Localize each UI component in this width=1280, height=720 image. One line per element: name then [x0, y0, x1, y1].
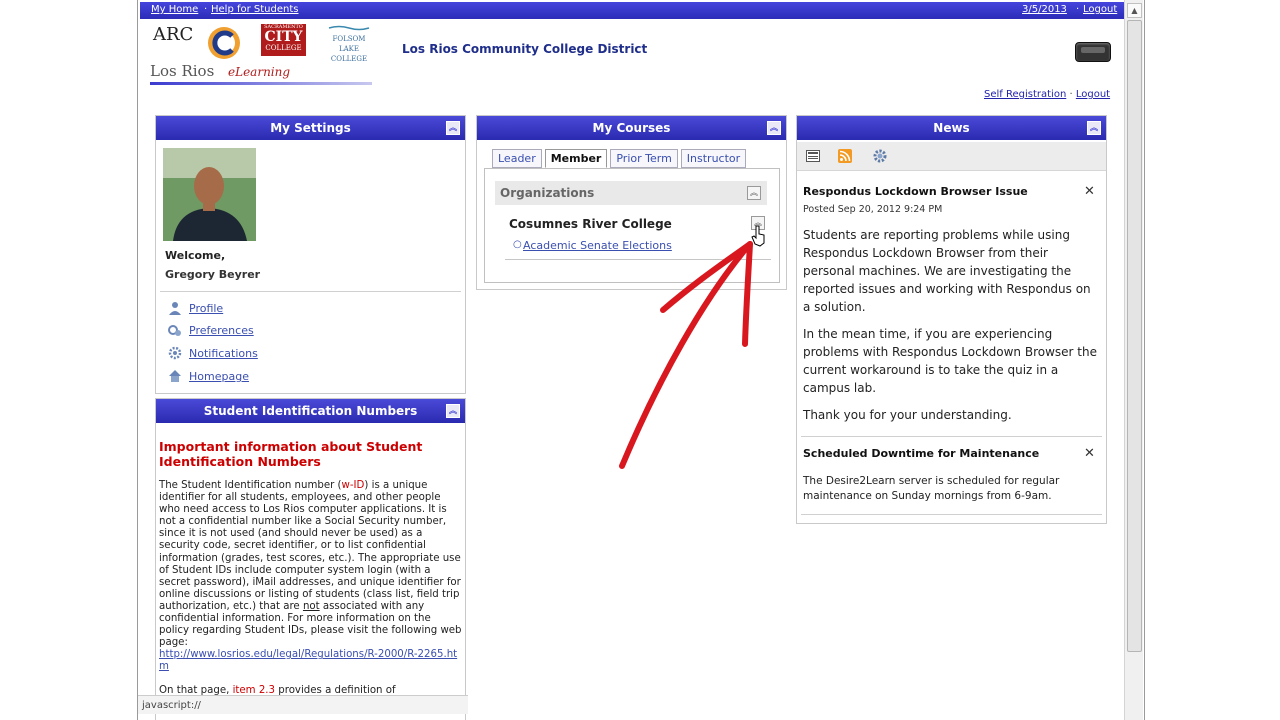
my-courses-header: My Courses ︽: [477, 116, 786, 140]
battery-icon: [1075, 42, 1111, 62]
date-link[interactable]: 3/5/2013: [1022, 4, 1067, 15]
avatar: [163, 148, 256, 241]
collapse-icon[interactable]: ︽: [767, 121, 781, 135]
settings-link-label[interactable]: Preferences: [189, 324, 254, 337]
welcome-label: Welcome,: [165, 249, 226, 262]
sid-paragraph: The Student Identification number (w-ID)…: [159, 480, 462, 673]
right-margin: [1145, 0, 1280, 720]
tab-member[interactable]: Member: [544, 149, 608, 168]
panel-title: News: [933, 121, 970, 135]
los-rios-logo: ARC SACRAMENTO CITY COLLEGE FOLSOM LAKE …: [150, 24, 390, 88]
not-emphasis: not: [302, 600, 320, 612]
status-bar: javascript://: [138, 695, 468, 714]
student-id-panel: Student Identification Numbers ︽ Importa…: [155, 398, 466, 720]
settings-link-label[interactable]: Profile: [189, 302, 223, 315]
news-item-paragraph: Students are reporting problems while us…: [803, 228, 1091, 314]
scroll-up-icon[interactable]: ▲: [1127, 3, 1142, 18]
logout-link[interactable]: Logout: [1083, 4, 1117, 15]
panel-title: My Courses: [592, 121, 671, 135]
collapse-icon[interactable]: ︽: [747, 186, 761, 200]
news-toolbar: [797, 142, 1106, 171]
news-list-icon[interactable]: [806, 150, 820, 162]
annotation-arrow: [619, 241, 753, 469]
bullet-icon: ○: [513, 239, 522, 250]
arc-logo: ARC: [153, 24, 194, 45]
self-registration-link[interactable]: Self Registration: [984, 89, 1066, 100]
browser-page: My Home · Help for Students 3/5/2013 · L…: [137, 0, 1145, 720]
collapse-icon[interactable]: ︽: [446, 121, 460, 135]
news-item-title: Scheduled Downtime for Maintenance: [803, 447, 1040, 460]
divider: [160, 291, 461, 292]
brand-underline: [150, 82, 372, 85]
rss-icon[interactable]: [838, 149, 852, 163]
settings-link-preferences[interactable]: Preferences: [168, 323, 254, 340]
news-item-title: Respondus Lockdown Browser Issue: [803, 185, 1028, 198]
district-title: Los Rios Community College District: [402, 42, 648, 56]
city-college-logo: SACRAMENTO CITY COLLEGE: [261, 24, 306, 56]
policy-link[interactable]: http://www.losrios.edu/legal/Regulations…: [159, 649, 457, 672]
my-settings-panel: My Settings ︽ Welcome, Gregory Beyrer Pr…: [155, 115, 466, 394]
vertical-scrollbar[interactable]: ▲: [1124, 0, 1143, 720]
wid-term: w-ID: [341, 480, 365, 491]
panel-title: Student Identification Numbers: [203, 404, 418, 418]
settings-link-homepage[interactable]: Homepage: [168, 369, 249, 386]
user-name: Gregory Beyrer: [165, 268, 261, 281]
collapse-icon[interactable]: ︽: [1087, 121, 1101, 135]
divider: [801, 514, 1102, 515]
left-margin: [0, 0, 137, 720]
top-navbar: My Home · Help for Students 3/5/2013 · L…: [140, 2, 1124, 19]
settings-link-label[interactable]: Notifications: [189, 347, 258, 360]
tab-instructor[interactable]: Instructor: [680, 149, 747, 168]
brand-text: Los Rios: [150, 62, 215, 80]
folsom-lake-logo: FOLSOM LAKE COLLEGE: [325, 24, 373, 64]
student-id-header: Student Identification Numbers ︽: [156, 399, 465, 423]
logout-link-secondary[interactable]: Logout: [1076, 89, 1110, 100]
close-icon[interactable]: ✕: [1084, 446, 1095, 461]
tab-leader[interactable]: Leader: [492, 149, 542, 168]
person-icon: [169, 302, 181, 315]
crc-logo: [206, 25, 242, 61]
help-link[interactable]: Help for Students: [211, 4, 298, 15]
account-links: Self Registration · Logout: [984, 89, 1110, 100]
settings-link-profile[interactable]: Profile: [168, 301, 223, 318]
news-item-date: Posted Sep 20, 2012 9:24 PM: [803, 204, 943, 215]
gear-icon[interactable]: [872, 148, 888, 164]
close-icon[interactable]: ✕: [1084, 184, 1095, 199]
settings-link-notifications[interactable]: Notifications: [168, 346, 258, 363]
tab-prior-term[interactable]: Prior Term: [610, 149, 678, 168]
separator: ·: [204, 4, 208, 15]
news-header: News ︽: [797, 116, 1106, 140]
separator: ·: [1069, 89, 1073, 100]
organizations-header: Organizations ︽: [495, 181, 767, 205]
separator: ·: [1076, 4, 1080, 15]
news-item-paragraph: In the mean time, if you are experiencin…: [803, 327, 1097, 395]
news-item-paragraph: The Desire2Learn server is scheduled for…: [803, 475, 1060, 502]
course-tabs: Leader Member Prior Term Instructor: [492, 149, 747, 168]
collapse-icon[interactable]: ︽: [446, 404, 460, 418]
sid-heading: Important information about Student Iden…: [159, 439, 423, 469]
my-settings-header: My Settings ︽: [156, 116, 465, 140]
organizations-label: Organizations: [500, 186, 595, 200]
scroll-thumb[interactable]: [1127, 20, 1142, 652]
brand-subtext: eLearning: [228, 65, 291, 79]
news-item-paragraph: Thank you for your understanding.: [803, 408, 1012, 422]
news-panel: News ︽ Respondus Lockdown Browser Issue …: [796, 115, 1107, 524]
settings-link-label[interactable]: Homepage: [189, 370, 249, 383]
org-name: Cosumnes River College: [509, 217, 672, 231]
notifications-icon: [168, 346, 182, 360]
home-icon: [169, 370, 181, 382]
panel-title: My Settings: [270, 121, 351, 135]
preferences-icon: [168, 325, 181, 336]
divider: [801, 436, 1102, 437]
my-home-link[interactable]: My Home: [151, 4, 198, 15]
